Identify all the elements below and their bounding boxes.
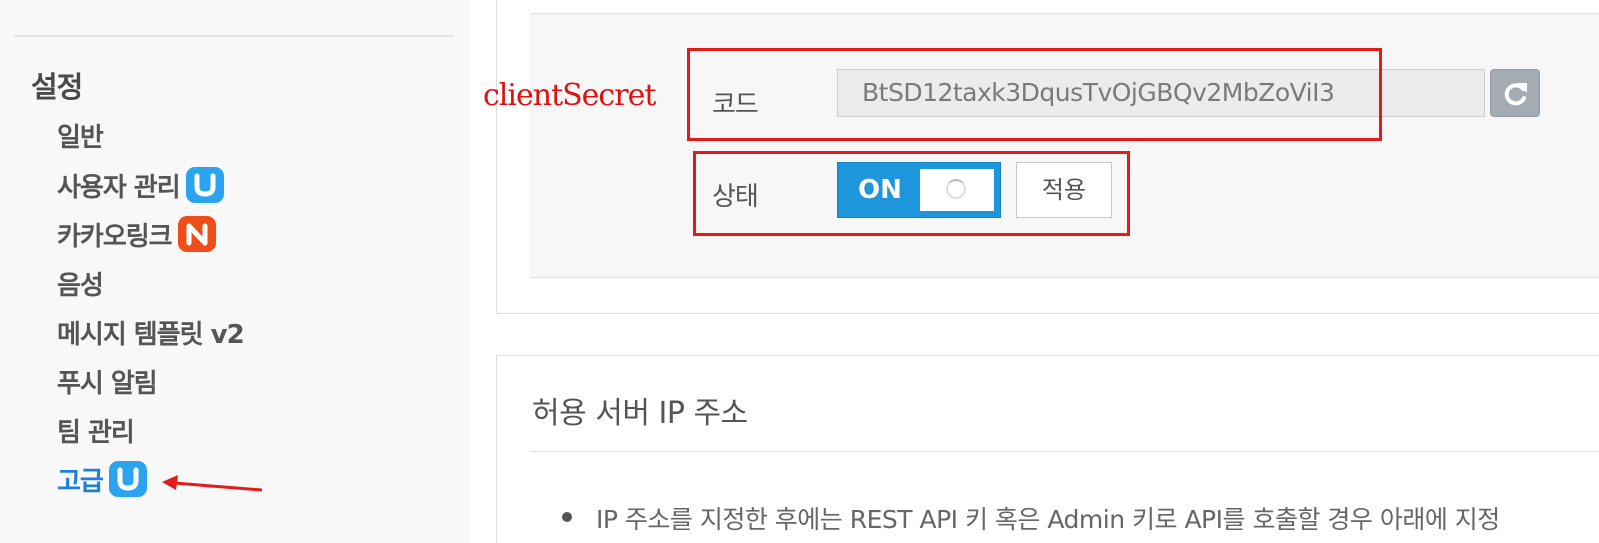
- update-badge-icon: [185, 167, 224, 203]
- sidebar-item-push-notification[interactable]: 푸시 알림: [57, 363, 158, 399]
- sidebar-item-label: 메시지 템플릿 v2: [57, 319, 245, 350]
- settings-heading: 설정: [31, 70, 83, 104]
- annotation-label: clientSecret: [483, 78, 656, 113]
- bullet-icon: [562, 512, 572, 522]
- annotation-box-status: [693, 151, 1130, 236]
- sidebar-divider: [14, 35, 454, 37]
- new-badge-icon: [177, 216, 216, 252]
- ip-section-title: 허용 서버 IP 주소: [532, 396, 748, 431]
- update-badge-icon: [108, 461, 147, 497]
- sidebar-item-general[interactable]: 일반: [57, 117, 104, 153]
- sidebar-item-kakaolink[interactable]: 카카오링크: [57, 216, 216, 252]
- ip-info-text: IP 주소를 지정한 후에는 REST API 키 혹은 Admin 키로 AP…: [596, 505, 1500, 534]
- sidebar-item-message-template[interactable]: 메시지 템플릿 v2: [57, 314, 245, 350]
- sidebar-item-label: 사용자 관리: [57, 172, 181, 203]
- sidebar-item-label: 일반: [57, 122, 104, 153]
- sidebar-item-user-management[interactable]: 사용자 관리: [57, 167, 224, 203]
- section-divider: [530, 451, 1599, 452]
- sidebar-item-label: 카카오링크: [57, 221, 173, 252]
- sidebar-item-advanced[interactable]: 고급: [57, 461, 147, 497]
- refresh-button[interactable]: [1490, 69, 1540, 117]
- annotation-arrow-icon: [162, 475, 263, 492]
- sidebar-item-team-management[interactable]: 팀 관리: [57, 412, 135, 448]
- sidebar-item-label: 푸시 알림: [57, 368, 158, 399]
- refresh-icon: [1504, 83, 1527, 106]
- annotation-box-code: [687, 48, 1382, 141]
- sidebar-item-label: 팀 관리: [57, 417, 135, 448]
- sidebar-item-voice[interactable]: 음성: [57, 265, 104, 301]
- sidebar-item-label: 고급: [57, 466, 104, 497]
- sidebar-item-label: 음성: [57, 270, 104, 301]
